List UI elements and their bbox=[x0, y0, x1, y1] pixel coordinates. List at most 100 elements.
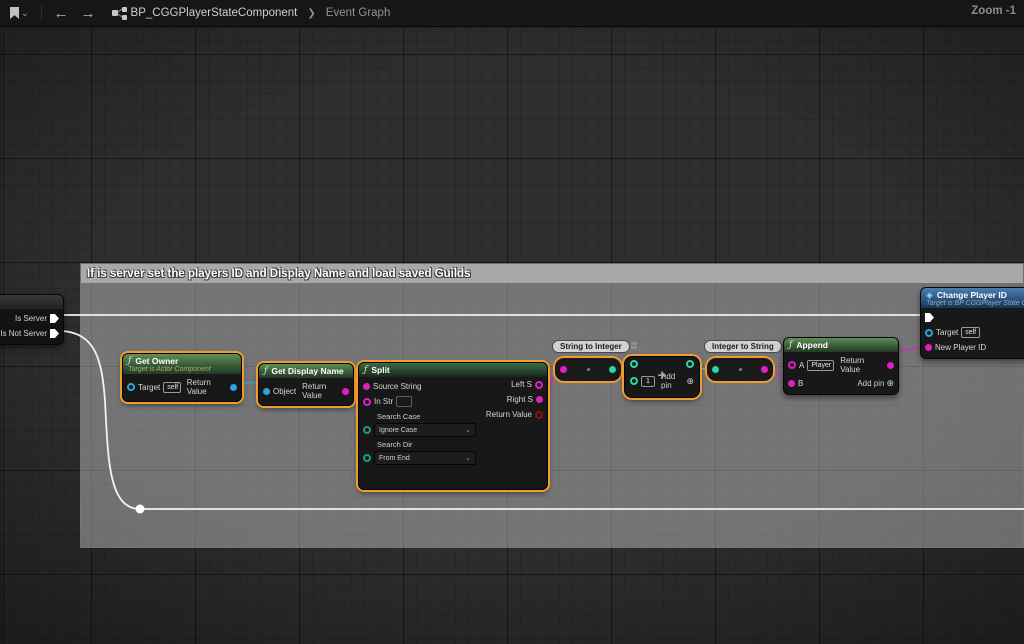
pin-label: Is Server bbox=[15, 314, 47, 323]
dropdown-value: Ignore Case bbox=[379, 427, 417, 434]
node-string-to-integer-title[interactable]: String to Integer bbox=[552, 340, 630, 353]
object-input-pin[interactable] bbox=[263, 388, 270, 395]
target-value-box[interactable]: self bbox=[961, 327, 980, 338]
int-output-pin[interactable] bbox=[609, 366, 616, 373]
pin-toggle-icon bbox=[631, 342, 637, 352]
string-input-pin[interactable] bbox=[788, 361, 796, 369]
enum-input-pin[interactable] bbox=[363, 454, 371, 462]
string-output-pin[interactable] bbox=[535, 381, 543, 389]
bookmark-button[interactable]: ⌄ bbox=[6, 7, 33, 19]
exec-output-pin[interactable] bbox=[50, 329, 59, 338]
string-input-pin[interactable] bbox=[560, 366, 567, 373]
node-get-owner[interactable]: ƒ Get Owner Target is Actor Component Ta… bbox=[122, 353, 242, 402]
string-input-pin[interactable] bbox=[925, 344, 932, 351]
int-value-box[interactable]: 1 bbox=[641, 376, 655, 387]
breadcrumb-event-graph[interactable]: Event Graph bbox=[326, 7, 391, 19]
node-get-display-name[interactable]: ƒ Get Display Name Object Return Value bbox=[258, 363, 354, 406]
blueprint-editor: ⌄ ← → BP_CGGPlayerStateComponent ❯ Event… bbox=[0, 0, 1024, 644]
string-output-pin[interactable] bbox=[887, 362, 894, 369]
comment-body bbox=[80, 283, 1024, 548]
chevron-down-icon: ⌄ bbox=[21, 9, 29, 18]
pin-label: Object bbox=[273, 387, 296, 396]
compact-node-dot bbox=[739, 368, 742, 371]
node-append[interactable]: ƒ Append A Player Return Value B bbox=[783, 337, 899, 395]
node-string-to-integer[interactable] bbox=[555, 358, 621, 381]
comment-header[interactable]: If is server set the players ID and Disp… bbox=[80, 263, 1024, 283]
pin-label: Left S bbox=[511, 380, 532, 389]
int-input-pin[interactable] bbox=[630, 360, 638, 368]
plus-icon: + bbox=[658, 368, 667, 383]
node-title: String to Integer bbox=[560, 342, 622, 351]
chevron-down-icon: ⌄ bbox=[465, 454, 471, 462]
add-circle-icon: ⊕ bbox=[686, 376, 694, 387]
node-title: Split bbox=[371, 365, 389, 375]
node-server[interactable]: Server Is Server Is Not Server bbox=[0, 294, 64, 345]
node-split[interactable]: ƒ Split Source String In Str Search Case bbox=[358, 362, 548, 490]
string-output-pin[interactable] bbox=[761, 366, 768, 373]
string-input-pin[interactable] bbox=[363, 398, 371, 406]
pin-label: Search Dir bbox=[377, 440, 547, 449]
event-graph-canvas[interactable]: If is server set the players ID and Disp… bbox=[0, 26, 1024, 644]
bookmark-icon bbox=[10, 7, 19, 19]
string-input-pin[interactable] bbox=[363, 383, 370, 390]
string-output-pin[interactable] bbox=[342, 388, 349, 395]
pin-label: Right S bbox=[507, 395, 533, 404]
graph-icon bbox=[112, 7, 127, 20]
node-integer-to-string[interactable] bbox=[707, 358, 773, 381]
int-input-pin[interactable] bbox=[630, 377, 638, 385]
node-integer-to-string-title[interactable]: Integer to String bbox=[704, 340, 782, 353]
comment-box: If is server set the players ID and Disp… bbox=[80, 263, 1024, 548]
zoom-level-label: Zoom -1 bbox=[971, 5, 1016, 17]
toolbar-divider bbox=[41, 5, 42, 21]
string-output-pin[interactable] bbox=[536, 396, 543, 403]
search-case-dropdown[interactable]: Ignore Case ⌄ bbox=[374, 423, 476, 437]
add-pin-label: Add pin bbox=[857, 379, 884, 388]
exec-input-pin[interactable] bbox=[925, 313, 934, 322]
breadcrumb: BP_CGGPlayerStateComponent ❯ Event Graph bbox=[106, 7, 397, 20]
back-button[interactable]: ← bbox=[50, 6, 73, 21]
function-icon: ƒ bbox=[789, 340, 792, 350]
node-title: Integer to String bbox=[712, 342, 774, 351]
exec-output-pin[interactable] bbox=[50, 314, 59, 323]
object-output-pin[interactable] bbox=[230, 384, 237, 391]
breadcrumb-blueprint[interactable]: BP_CGGPlayerStateComponent bbox=[131, 7, 298, 19]
function-call-icon: ◈ bbox=[926, 291, 933, 300]
a-value-box[interactable]: Player bbox=[807, 360, 834, 371]
pin-label: Target bbox=[936, 328, 958, 337]
search-dir-dropdown[interactable]: From End ⌄ bbox=[374, 451, 476, 465]
pin-label: Return Value bbox=[486, 410, 532, 419]
function-icon: ƒ bbox=[128, 356, 131, 366]
graph-toolbar: ⌄ ← → BP_CGGPlayerStateComponent ❯ Event… bbox=[0, 0, 1024, 27]
enum-input-pin[interactable] bbox=[363, 426, 371, 434]
pin-label: B bbox=[798, 379, 803, 388]
dropdown-value: From End bbox=[379, 455, 410, 462]
forward-button[interactable]: → bbox=[77, 6, 100, 21]
node-title: Get Display Name bbox=[271, 366, 343, 376]
function-icon: ƒ bbox=[364, 365, 367, 375]
comment-title: If is server set the players ID and Disp… bbox=[87, 268, 470, 280]
object-input-pin[interactable] bbox=[925, 329, 933, 337]
int-input-pin[interactable] bbox=[712, 366, 719, 373]
bool-output-pin[interactable] bbox=[535, 411, 543, 419]
object-input-pin[interactable] bbox=[127, 383, 135, 391]
target-value-box[interactable]: self bbox=[163, 382, 181, 393]
in-str-value-box[interactable] bbox=[396, 396, 412, 407]
node-title: Append bbox=[796, 340, 828, 350]
pin-label: In Str bbox=[374, 397, 393, 406]
pin-label: Return Value bbox=[302, 382, 339, 400]
compact-node-dot bbox=[587, 368, 590, 371]
pin-label: A bbox=[799, 361, 804, 370]
pin-label: Is Not Server bbox=[0, 329, 47, 338]
node-title: Get Owner bbox=[135, 356, 178, 366]
node-change-player-id[interactable]: ◈ Change Player ID Target is BP CGGPlaye… bbox=[920, 287, 1024, 359]
pin-label: Return Value bbox=[840, 356, 884, 374]
breadcrumb-separator-icon: ❯ bbox=[307, 8, 315, 19]
add-circle-icon: ⊕ bbox=[886, 378, 894, 389]
pin-label: Return Value bbox=[187, 378, 227, 396]
int-output-pin[interactable] bbox=[686, 360, 694, 368]
pin-label: Target bbox=[138, 383, 160, 392]
pin-label: Source String bbox=[373, 382, 421, 391]
string-input-pin[interactable] bbox=[788, 380, 795, 387]
node-add[interactable]: + 1 Add pin ⊕ bbox=[624, 356, 700, 398]
add-pin-button[interactable]: Add pin ⊕ bbox=[857, 378, 894, 389]
